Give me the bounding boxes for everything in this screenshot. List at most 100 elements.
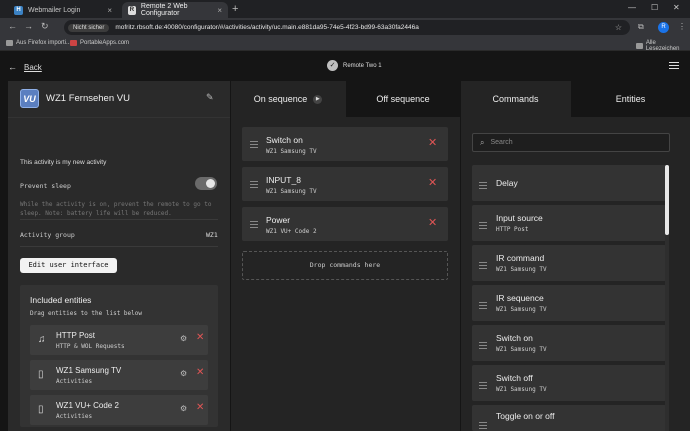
command-item[interactable]: Input source HTTP Post: [472, 205, 666, 241]
new-tab-icon[interactable]: +: [232, 3, 238, 15]
close-window-icon[interactable]: ✕: [673, 3, 680, 12]
delete-step-icon[interactable]: ✕: [428, 176, 437, 189]
entity-item[interactable]: ♫ HTTP Post HTTP & WOL Requests ⚙ ✕: [30, 325, 208, 355]
step-name: Power: [266, 215, 291, 225]
search-icon: ⌕: [480, 137, 485, 147]
close-tab-icon[interactable]: ×: [217, 6, 222, 15]
command-item[interactable]: Switch on WZ1 Samsung TV: [472, 325, 666, 361]
drag-handle-icon[interactable]: [479, 182, 487, 191]
hamburger-menu-icon[interactable]: [669, 62, 679, 71]
back-label: Back: [24, 62, 42, 72]
sequence-step[interactable]: Switch on WZ1 Samsung TV ✕: [242, 127, 448, 161]
close-tab-icon[interactable]: ×: [107, 6, 112, 15]
entity-item[interactable]: ▯ WZ1 VU+ Code 2 Activities ⚙ ✕: [30, 395, 208, 425]
configurator-favicon-icon: R: [128, 5, 136, 15]
remote-icon: ▯: [38, 369, 44, 380]
remote-name: Remote Two 1: [343, 62, 382, 69]
drag-handle-icon[interactable]: [479, 382, 487, 391]
drag-handle-icon[interactable]: [479, 302, 487, 311]
search-input[interactable]: ⌕ Search: [472, 133, 670, 152]
included-entities-box: Included entities Drag entities to the l…: [20, 285, 218, 427]
command-entity: HTTP Post: [496, 226, 529, 233]
command-item[interactable]: IR sequence WZ1 Samsung TV: [472, 285, 666, 321]
entity-name: HTTP Post: [56, 331, 95, 340]
bookmark-folder[interactable]: Aus Firefox importi...: [6, 40, 71, 46]
sequence-step[interactable]: Power WZ1 VU+ Code 2 ✕: [242, 207, 448, 241]
tab-label: On sequence: [253, 94, 308, 104]
entity-type: Activities: [56, 413, 93, 420]
step-name: INPUT_8: [266, 175, 301, 185]
play-icon[interactable]: ▶: [313, 94, 323, 104]
drop-zone[interactable]: Drop commands here: [242, 251, 448, 280]
activity-details-panel: VU WZ1 Fernsehen VU ✎ This activity is m…: [8, 81, 230, 431]
prevent-sleep-toggle[interactable]: [195, 177, 217, 190]
delete-step-icon[interactable]: ✕: [428, 216, 437, 229]
tab-off-sequence[interactable]: Off sequence: [346, 81, 460, 117]
prevent-sleep-note: While the activity is on, prevent the re…: [20, 201, 212, 217]
entity-item[interactable]: ▯ WZ1 Samsung TV Activities ⚙ ✕: [30, 360, 208, 390]
back-link[interactable]: ← Back: [8, 62, 42, 72]
scrollbar-thumb[interactable]: [665, 165, 669, 235]
edit-pencil-icon[interactable]: ✎: [206, 92, 214, 103]
drag-handle-icon[interactable]: [479, 422, 487, 431]
address-bar[interactable]: Nicht sicher mofritz.rbsoft.de:40080/con…: [64, 20, 630, 35]
puzzle-icon[interactable]: ⚙: [180, 404, 187, 413]
tab-label: Commands: [492, 94, 539, 104]
command-item[interactable]: IR command WZ1 Samsung TV: [472, 245, 666, 281]
divider: [8, 117, 230, 118]
command-item[interactable]: Toggle on or off: [472, 405, 666, 431]
remove-entity-icon[interactable]: ✕: [196, 332, 204, 343]
forward-arrow-icon[interactable]: →: [24, 21, 33, 31]
tab-commands[interactable]: Commands: [461, 81, 570, 117]
app-header: ← Back ✓ Remote Two 1: [0, 51, 690, 81]
sequence-step[interactable]: INPUT_8 WZ1 Samsung TV ✕: [242, 167, 448, 201]
bookmark-link[interactable]: PortableApps.com: [70, 40, 129, 46]
puzzle-icon[interactable]: ⚙: [180, 334, 187, 343]
profile-avatar[interactable]: R: [658, 22, 669, 33]
not-secure-badge[interactable]: Nicht sicher: [68, 23, 110, 32]
browser-menu-icon[interactable]: ⋮: [678, 22, 686, 31]
tab-label: Entities: [615, 94, 646, 104]
command-entity: WZ1 Samsung TV: [496, 266, 547, 273]
bookmark-star-icon[interactable]: ☆: [615, 23, 622, 32]
drag-handle-icon[interactable]: [479, 222, 487, 231]
commands-scrollbar[interactable]: [665, 165, 669, 431]
browser-tab-configurator[interactable]: R Remote 2 Web Configurator ×: [122, 2, 228, 18]
entity-type: Activities: [56, 378, 93, 385]
bookmarks-bar: Aus Firefox importi... PortableApps.com …: [0, 37, 690, 52]
reload-icon[interactable]: ↻: [41, 21, 49, 32]
drag-handle-icon[interactable]: [479, 342, 487, 351]
maximize-icon[interactable]: ☐: [651, 3, 658, 12]
remove-entity-icon[interactable]: ✕: [196, 367, 204, 378]
activity-title: WZ1 Fernsehen VU: [46, 93, 130, 104]
drag-handle-icon[interactable]: [250, 181, 258, 190]
activity-logo-icon: VU: [20, 89, 39, 108]
back-arrow-icon[interactable]: ←: [8, 21, 17, 31]
check-icon: ✓: [327, 60, 338, 71]
command-name: Switch off: [496, 373, 533, 383]
minimize-icon[interactable]: —: [628, 3, 636, 12]
command-item[interactable]: Switch off WZ1 Samsung TV: [472, 365, 666, 401]
drag-handle-icon[interactable]: [479, 262, 487, 271]
drag-handle-icon[interactable]: [250, 141, 258, 150]
tab-title: Remote 2 Web Configurator: [140, 3, 188, 17]
command-name: IR sequence: [496, 293, 544, 303]
sequence-panel: On sequence ▶ Off sequence Switch on WZ1…: [231, 81, 460, 431]
activity-group-value[interactable]: WZ1: [206, 231, 218, 239]
app-root: ← Back ✓ Remote Two 1 VU WZ1 Fernsehen V…: [0, 51, 690, 431]
delete-step-icon[interactable]: ✕: [428, 136, 437, 149]
included-entities-title: Included entities: [30, 295, 92, 305]
command-item[interactable]: Delay: [472, 165, 666, 201]
remove-entity-icon[interactable]: ✕: [196, 402, 204, 413]
browser-tab-webmailer[interactable]: H Webmailer Login ×: [8, 2, 118, 18]
activity-group-label: Activity group: [20, 231, 75, 239]
remote-icon: ▯: [38, 404, 44, 415]
tab-entities[interactable]: Entities: [571, 81, 690, 117]
drag-handle-icon[interactable]: [250, 221, 258, 230]
extensions-icon[interactable]: ⧉: [638, 22, 644, 32]
edit-user-interface-button[interactable]: Edit user interface: [20, 258, 117, 273]
puzzle-icon[interactable]: ⚙: [180, 369, 187, 378]
command-name: Switch on: [496, 333, 533, 343]
tab-on-sequence[interactable]: On sequence ▶: [231, 81, 345, 117]
step-entity: WZ1 Samsung TV: [266, 148, 317, 155]
